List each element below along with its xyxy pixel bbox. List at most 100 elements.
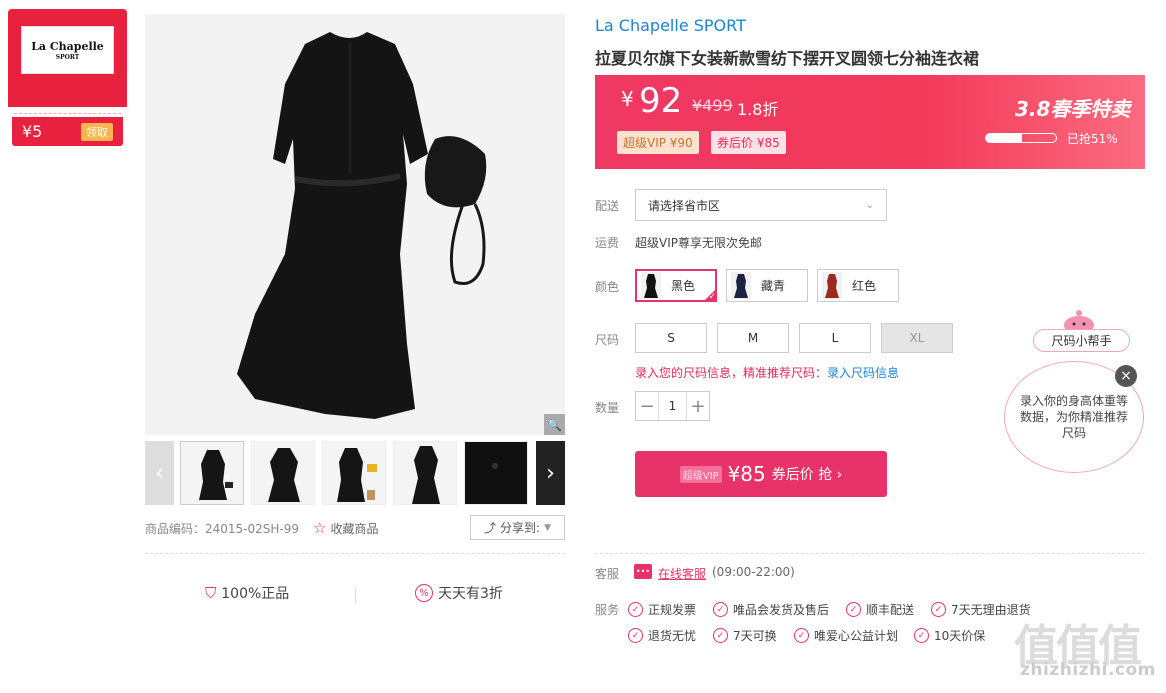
service-item: ✓ 正规发票 [628, 601, 696, 618]
store-coupon-card[interactable]: La Chapelle SPORT ¥5 领取 [8, 9, 127, 146]
coupon-divider [14, 113, 121, 114]
size-helper-tag[interactable]: 尺码小帮手 [1033, 329, 1130, 352]
color-swatch-black [641, 272, 661, 299]
quantity-input[interactable]: 1 [658, 392, 687, 420]
check-circle-icon: ✓ [914, 628, 929, 643]
promo-title: 3.8春季特卖 [1015, 97, 1131, 121]
zoom-icon[interactable]: 🔍 [544, 414, 565, 435]
size-option-m[interactable]: M [717, 323, 789, 353]
region-select[interactable]: 请选择省市区 ⌄ [635, 189, 887, 221]
freight-value: 超级VIP尊享无限次免邮 [635, 236, 762, 250]
service-item: ✓ 唯品会发货及售后 [713, 601, 829, 618]
check-circle-icon: ✓ [794, 628, 809, 643]
vip-price-tag: 超级VIP ¥90 [617, 131, 699, 154]
buy-button[interactable]: 超级VIP ¥85 券后价 抢 › [635, 451, 887, 497]
quantity-minus-button[interactable]: − [636, 392, 658, 420]
favorite-button[interactable]: ☆ 收藏商品 [313, 519, 378, 537]
watermark-text: zhizhizhi.com [1020, 660, 1156, 680]
guarantee-discount: % 天天有3折 [415, 583, 503, 603]
services-label: 服务 [595, 603, 620, 617]
check-circle-icon: ✓ [846, 602, 861, 617]
thumb-prev-button[interactable]: ‹ [145, 441, 174, 505]
thumbnail-5[interactable] [464, 441, 528, 505]
right-divider [595, 553, 1145, 554]
check-circle-icon: ✓ [713, 628, 728, 643]
chevron-down-icon: ▼ [544, 522, 551, 533]
size-option-s[interactable]: S [635, 323, 707, 353]
guarantee-authentic: ⛉ 100%正品 [205, 583, 289, 603]
service-item-label: 唯品会发货及售后 [733, 603, 830, 617]
claim-coupon-button[interactable]: 领取 [81, 122, 113, 141]
service-item-label: 顺丰配送 [866, 603, 915, 617]
left-divider [145, 553, 565, 554]
close-icon[interactable]: × [1115, 365, 1137, 387]
service-item-label: 退货无忧 [648, 629, 697, 643]
size-label: 尺码 [595, 333, 620, 347]
brand-logo-line1: La Chapelle [31, 39, 104, 53]
brand-logo-line2: SPORT [55, 53, 80, 61]
quantity-plus-button[interactable]: + [687, 392, 709, 420]
thumbnail-4[interactable] [393, 441, 457, 505]
color-name-black: 黑色 [671, 279, 696, 293]
shield-check-icon: ⛉ [205, 584, 217, 602]
thumbnail-strip: ‹ › [145, 441, 565, 505]
share-button[interactable]: ⤴ 分享到: ▼ [470, 515, 565, 540]
color-name-navy: 藏青 [761, 279, 786, 293]
thumbnail-2[interactable] [251, 441, 315, 505]
online-service-link[interactable]: 在线客服 [658, 565, 706, 582]
coupon-bottom: ¥5 领取 [12, 117, 123, 146]
thumbnail-1[interactable] [180, 441, 244, 505]
color-swatch-navy [731, 272, 751, 299]
service-item: ✓ 10天价保 [914, 627, 985, 644]
service-item-label: 10天价保 [934, 629, 986, 643]
thumbnail-3[interactable] [322, 441, 386, 505]
freight-label: 运费 [595, 236, 620, 250]
share-icon: ⤴ [484, 521, 497, 535]
service-item: ✓ 退货无忧 [628, 627, 696, 644]
selected-check-icon: ✓ [703, 288, 717, 302]
color-label: 颜色 [595, 280, 620, 294]
percent-icon: % [415, 584, 433, 602]
service-item-label: 正规发票 [648, 603, 697, 617]
sold-progress-fill [986, 134, 1022, 142]
quantity-stepper: − 1 + [635, 391, 710, 421]
discount-rate: 1.8折 [737, 100, 779, 119]
service-hours: (09:00-22:00) [712, 565, 795, 579]
main-product-image[interactable] [145, 14, 565, 435]
size-option-xl: XL [881, 323, 953, 353]
guarantee-row: ⛉ 100%正品 % 天天有3折 [145, 583, 565, 609]
quantity-label: 数量 [595, 401, 620, 415]
brand-logo: La Chapelle SPORT [21, 26, 114, 74]
site-watermark: 值值值 zhizhizhi.com [1008, 610, 1158, 690]
service-item-label: 7天可换 [733, 629, 777, 643]
buy-price: ¥85 [727, 462, 766, 486]
sold-percentage: 已抢51% [1067, 132, 1118, 146]
color-option-red[interactable]: 红色 [817, 269, 899, 302]
favorite-label: 收藏商品 [330, 521, 379, 536]
thumb-next-button[interactable]: › [536, 441, 565, 505]
guarantee-discount-label: 天天有3折 [438, 586, 503, 602]
check-circle-icon: ✓ [628, 602, 643, 617]
service-item-label: 唯爱心公益计划 [814, 629, 899, 643]
check-circle-icon: ✓ [931, 602, 946, 617]
guarantee-authentic-label: 100%正品 [221, 586, 290, 602]
size-option-l[interactable]: L [799, 323, 871, 353]
coupon-price-tag: 券后价 ¥85 [711, 131, 786, 154]
color-swatch-red [822, 272, 842, 299]
buy-action-label: 券后价 抢 › [771, 467, 843, 483]
color-option-black[interactable]: 黑色 ✓ [635, 269, 717, 302]
size-info-text: 录入您的尺码信息，精准推荐尺码： [635, 366, 828, 380]
share-label: 分享到: [500, 521, 541, 535]
size-info-link[interactable]: 录入尺码信息 [827, 366, 899, 380]
star-icon: ☆ [313, 519, 327, 537]
guarantee-divider [355, 587, 356, 603]
color-option-navy[interactable]: 藏青 [726, 269, 808, 302]
dress-image [145, 14, 565, 435]
brand-link[interactable]: La Chapelle SPORT [595, 16, 746, 35]
delivery-label: 配送 [595, 199, 620, 213]
check-circle-icon: ✓ [713, 602, 728, 617]
region-select-value: 请选择省市区 [648, 198, 721, 213]
service-item: ✓ 唯爱心公益计划 [794, 627, 898, 644]
customer-service-label: 客服 [595, 567, 620, 581]
check-circle-icon: ✓ [628, 628, 643, 643]
